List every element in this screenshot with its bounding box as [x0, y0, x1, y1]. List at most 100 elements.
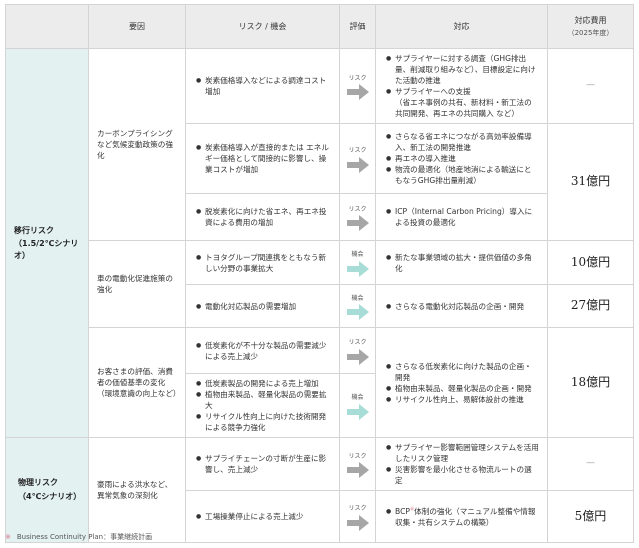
category-transition: 移行リスク （1.5/2℃シナリオ）	[5, 48, 89, 438]
category-physical-title: 物理リスク	[18, 478, 58, 488]
list-item-continuation: （省エネ事例の共有、新材料・新工法の共同開発、再エネの共同購入 など）	[395, 98, 532, 118]
cost-header-label: 対応費用	[574, 15, 607, 25]
arrow-right-icon	[346, 260, 369, 277]
eval-label: リスク	[348, 505, 367, 513]
eval-cell: リスク	[339, 48, 376, 124]
risk-cell: 脱炭素化に向けた省エネ、再エネ投資による費用の増加	[185, 193, 340, 241]
list-item: さらなる省エネにつながる高効率設備導入、新工法の開発推進	[386, 131, 539, 153]
table-row: 移行リスク （1.5/2℃シナリオ） カーボンプライシングなど気候変動政策の強化 …	[5, 48, 634, 438]
eval-cell: リスク	[339, 490, 376, 543]
list-item: サプライヤー影響範囲管理システムを活用したリスク管理	[386, 442, 539, 464]
list-item: 新たな事業領域の拡大・提供価値の多角化	[386, 252, 539, 274]
risk-cell: 炭素価格導入などによる調達コスト増加	[185, 48, 340, 124]
eval-header: 評価	[339, 4, 376, 49]
category-transition-scenario: （1.5/2℃シナリオ）	[14, 239, 79, 260]
table-row: 車の電動化促進施策の強化 トヨタグループ間連携をともなう新しい分野の事業拡大 機…	[6, 240, 634, 328]
risk-indicator: リスク	[346, 452, 369, 479]
cost-cell: 18億円	[547, 327, 634, 438]
cost-cell: 5億円	[547, 490, 634, 543]
risk-indicator: リスク	[346, 205, 369, 232]
list-item: 低炭素製品の開発による売上増加	[196, 378, 329, 389]
response-cell: さらなる省エネにつながる高効率設備導入、新工法の開発推進再エネの導入推進物流の最…	[375, 123, 548, 194]
eval-cell: リスク	[339, 193, 376, 241]
opportunity-indicator: 機会	[346, 394, 369, 420]
eval-cell: 機会	[339, 240, 376, 285]
eval-label: 機会	[351, 394, 364, 402]
response-header: 対応	[375, 4, 548, 49]
list-item: 物流の最適化（地産地消による輸送にともなうGHG排出量削減）	[386, 164, 539, 186]
list-item: サプライヤーに対する調査（GHG排出量、削減取り組みなど）、目標設定に向けた活動…	[386, 53, 539, 86]
eval-cell: リスク	[339, 123, 376, 194]
risk-cell: 炭素価格導入が直接的または エネルギー価格として間接的に影響し、操業コストが増加	[185, 123, 340, 194]
risk-indicator: リスク	[346, 74, 369, 101]
arrow-right-icon	[346, 156, 369, 173]
arrow-right-icon	[346, 84, 369, 101]
eval-cell: 機会	[339, 284, 376, 328]
risk-indicator: リスク	[346, 147, 369, 173]
list-item: 工場操業停止による売上減少	[196, 511, 329, 522]
table-row: 物理リスク （4℃シナリオ） 豪雨による洪水など、異常気象の深刻化 サプライチェー…	[5, 437, 634, 543]
eval-label: リスク	[348, 74, 367, 82]
eval-cell: 機会	[339, 373, 376, 438]
empty-header-cell	[5, 4, 89, 49]
list-item: 再エネの導入推進	[386, 153, 539, 164]
cost-cell: —	[547, 437, 634, 491]
eval-label: リスク	[348, 147, 367, 155]
list-item: さらなる電動化対応製品の企画・開発	[386, 301, 539, 312]
category-physical-scenario: （4℃シナリオ）	[18, 492, 82, 501]
eval-cell: リスク	[339, 327, 376, 374]
list-item: 災害影響を最小化させる物流ルートの選定	[386, 464, 539, 486]
list-item: さらなる低炭素化に向けた製品の企画・開発	[386, 361, 539, 383]
cost-cell: —	[547, 48, 634, 124]
footnote-definition: ：事業継続計画	[103, 533, 153, 541]
risk-cell: 低炭素製品の開発による売上増加植物由来製品、軽量化製品の需要拡大リサイクル性向上…	[185, 373, 340, 438]
footnote-term: Business Continuity Plan	[16, 533, 104, 541]
risk-cell: 低炭素化が不十分な製品の需要減少による売上減少	[185, 327, 340, 374]
arrow-right-icon	[346, 215, 369, 232]
response-cell: 新たな事業領域の拡大・提供価値の多角化	[375, 240, 548, 285]
factor-disaster: 豪雨による洪水など、異常気象の深刻化	[88, 437, 186, 543]
eval-label: リスク	[348, 339, 367, 347]
bcp-term: BCP	[395, 506, 410, 516]
list-item-text: サプライヤーへの支援	[395, 87, 471, 96]
cost-cell: 10億円	[547, 240, 634, 285]
arrow-right-icon	[346, 514, 369, 531]
list-item: 炭素価格導入などによる調達コスト増加	[196, 75, 329, 97]
footnote-mark: ※	[5, 533, 11, 541]
list-item: リサイクル性向上、易解体設計の推進	[386, 394, 539, 405]
list-item-text: 体制の強化（マニュアル整備や情報収集・共有システムの構築）	[395, 506, 536, 527]
climate-risk-table: 要因 リスク / 機会 評価 対応 対応費用 （2025年度） 移行リスク （1.5…	[5, 4, 634, 543]
risk-indicator: リスク	[346, 339, 369, 365]
risk-cell: 電動化対応製品の需要増加	[185, 284, 340, 328]
risk-header: リスク / 機会	[185, 4, 340, 49]
footnote: ※ Business Continuity Plan：事業継続計画	[5, 532, 152, 542]
list-item: トヨタグループ間連携をともなう新しい分野の事業拡大	[196, 252, 329, 274]
cost-cell: 31億円	[547, 123, 634, 241]
eval-label: リスク	[348, 205, 367, 213]
table-header-row: 要因 リスク / 機会 評価 対応 対応費用 （2025年度）	[5, 4, 634, 49]
eval-label: 機会	[351, 251, 364, 259]
eval-cell: リスク	[339, 437, 376, 491]
list-item: ICP（Internal Carbon Pricing）導入による投資の最適化	[386, 206, 539, 228]
opportunity-indicator: 機会	[346, 251, 369, 277]
category-transition-title: 移行リスク	[14, 225, 54, 235]
list-item: 脱炭素化に向けた省エネ、再エネ投資による費用の増加	[196, 206, 329, 228]
factor-electrification: 車の電動化促進施策の強化	[88, 240, 186, 328]
factor-carbon-pricing: カーボンプライシングなど気候変動政策の強化	[88, 48, 186, 241]
response-cell: さらなる低炭素化に向けた製品の企画・開発植物由来製品、軽量化製品の企画・開発リサ…	[375, 327, 548, 438]
cost-header-year: （2025年度）	[567, 29, 614, 38]
list-item: 植物由来製品、軽量化製品の企画・開発	[386, 383, 539, 394]
cost-header: 対応費用 （2025年度）	[547, 4, 634, 49]
eval-label: リスク	[348, 452, 367, 460]
risk-cell: サプライチェーンの寸断が生産に影響し、売上減少	[185, 437, 340, 491]
list-item: リサイクル性向上に向けた技術開発による競争力強化	[196, 411, 329, 433]
table-row: お客さまの評価、消費者の価値基準の変化（環境意識の向上など） 低炭素化が不十分な…	[6, 327, 634, 438]
category-physical: 物理リスク （4℃シナリオ）	[5, 437, 89, 543]
opportunity-indicator: 機会	[346, 295, 369, 321]
risk-cell: トヨタグループ間連携をともなう新しい分野の事業拡大	[185, 240, 340, 285]
list-item: BCP※体制の強化（マニュアル整備や情報収集・共有システムの構築）	[386, 506, 539, 528]
factor-header: 要因	[88, 4, 186, 49]
arrow-right-icon	[346, 462, 369, 479]
arrow-right-icon	[346, 304, 369, 321]
list-item: 植物由来製品、軽量化製品の需要拡大	[196, 389, 329, 411]
